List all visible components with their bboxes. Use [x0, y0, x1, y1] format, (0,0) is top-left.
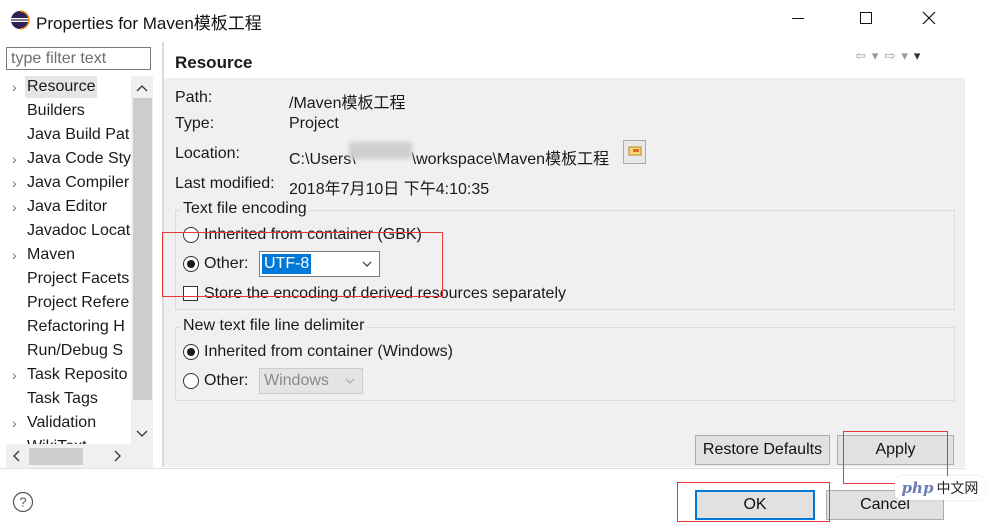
- scroll-down-icon[interactable]: [131, 424, 153, 444]
- location-suffix: \workspace\Maven模板工程: [411, 151, 610, 168]
- highlight-box-ok: [677, 482, 830, 522]
- tree-item-run-debug-settings[interactable]: Run/Debug S: [6, 340, 131, 364]
- maximize-icon: [859, 11, 873, 30]
- tree-item-java-build-path[interactable]: Java Build Pat: [6, 124, 131, 148]
- tree-item-task-repository[interactable]: › Task Reposito: [6, 364, 131, 388]
- restore-defaults-button[interactable]: Restore Defaults: [695, 435, 830, 465]
- expand-chevron-icon[interactable]: ›: [12, 172, 17, 194]
- last-modified-value: 2018年7月10日 下午4:10:35: [289, 181, 490, 198]
- eclipse-app-icon: [10, 10, 30, 30]
- scroll-right-icon[interactable]: [107, 446, 129, 466]
- delimiter-other-radio[interactable]: [183, 373, 199, 389]
- tree-item-resource[interactable]: › Resource: [6, 76, 131, 100]
- tree-item-maven[interactable]: › Maven: [6, 244, 131, 268]
- last-modified-label: Last modified:: [175, 175, 275, 192]
- background-margin: [965, 0, 992, 519]
- expand-chevron-icon[interactable]: ›: [12, 412, 17, 434]
- radio-selected-dot: [187, 348, 195, 356]
- close-button[interactable]: [906, 0, 952, 40]
- tree-item-java-editor[interactable]: › Java Editor: [6, 196, 131, 220]
- footer-divider: [0, 468, 965, 469]
- redaction-blur: [349, 142, 412, 159]
- help-icon[interactable]: ?: [12, 491, 34, 513]
- page-title: Resource: [175, 53, 253, 72]
- tree-item-task-tags[interactable]: Task Tags: [6, 388, 131, 412]
- filter-field[interactable]: [6, 47, 151, 70]
- location-value: C:\Users\ \workspace\Maven模板工程: [289, 145, 609, 169]
- page-navigation: ⇦ ▾ ⇨ ▾ ▾: [855, 48, 926, 64]
- expand-chevron-icon[interactable]: ›: [12, 196, 17, 218]
- view-menu-icon[interactable]: ▾: [914, 48, 922, 64]
- highlight-box-encoding: [162, 232, 443, 297]
- delimiter-other-label: Other:: [204, 372, 249, 389]
- php-logo: php: [901, 479, 934, 497]
- tree-vertical-scroll-thumb[interactable]: [133, 98, 152, 400]
- minimize-button[interactable]: [775, 0, 821, 40]
- forward-menu-chevron-icon[interactable]: ▾: [901, 48, 909, 64]
- close-icon: [922, 11, 936, 30]
- tree-item-validation[interactable]: › Validation: [6, 412, 131, 436]
- watermark-text: 中文网: [936, 480, 979, 496]
- type-value: Project: [289, 115, 339, 132]
- expand-chevron-icon[interactable]: ›: [12, 244, 17, 266]
- type-label: Type:: [175, 115, 215, 132]
- back-menu-chevron-icon[interactable]: ▾: [872, 48, 880, 64]
- location-label: Location:: [175, 145, 240, 162]
- path-label: Path:: [175, 89, 213, 106]
- delimiter-combo-value: Windows: [264, 372, 329, 389]
- tree-item-refactoring-history[interactable]: Refactoring H: [6, 316, 131, 340]
- tree-item-builders[interactable]: Builders: [6, 100, 131, 124]
- path-value: /Maven模板工程: [289, 95, 406, 112]
- window-title: Properties for Maven模板工程: [36, 14, 262, 33]
- php-watermark: php 中文网: [895, 476, 985, 500]
- scroll-left-icon[interactable]: [6, 446, 26, 466]
- svg-text:?: ?: [19, 495, 26, 510]
- delimiter-inherited-radio[interactable]: [183, 344, 199, 360]
- delimiter-combo[interactable]: Windows: [259, 368, 363, 394]
- expand-chevron-icon[interactable]: ›: [12, 148, 17, 170]
- forward-arrow-icon[interactable]: ⇨: [884, 48, 896, 64]
- page-header: [164, 42, 965, 78]
- filter-input[interactable]: [7, 48, 150, 69]
- scroll-up-icon[interactable]: [131, 78, 153, 98]
- back-arrow-icon[interactable]: ⇦: [855, 48, 867, 64]
- delimiter-inherited-label: Inherited from container (Windows): [204, 343, 453, 360]
- property-page-tree[interactable]: › Resource Builders Java Build Pat › Jav…: [6, 76, 131, 444]
- tree-item-javadoc-location[interactable]: Javadoc Locat: [6, 220, 131, 244]
- expand-chevron-icon[interactable]: ›: [12, 76, 17, 98]
- tree-horizontal-scroll-thumb[interactable]: [29, 448, 83, 465]
- tree-item-project-references[interactable]: Project Refere: [6, 292, 131, 316]
- minimize-icon: [791, 11, 805, 30]
- folder-open-icon: [628, 143, 642, 161]
- maximize-button[interactable]: [843, 0, 889, 40]
- show-in-system-explorer-button[interactable]: [623, 140, 646, 164]
- tree-item-wikitext[interactable]: WikiText: [6, 436, 131, 444]
- expand-chevron-icon[interactable]: ›: [12, 364, 17, 386]
- tree-item-project-facets[interactable]: Project Facets: [6, 268, 131, 292]
- text-file-encoding-title: Text file encoding: [180, 200, 310, 218]
- tree-item-java-compiler[interactable]: › Java Compiler: [6, 172, 131, 196]
- tree-item-java-code-style[interactable]: › Java Code Sty: [6, 148, 131, 172]
- chevron-down-icon[interactable]: [344, 373, 356, 394]
- line-delimiter-title: New text file line delimiter: [180, 317, 368, 335]
- location-prefix: C:\Users\: [289, 151, 356, 168]
